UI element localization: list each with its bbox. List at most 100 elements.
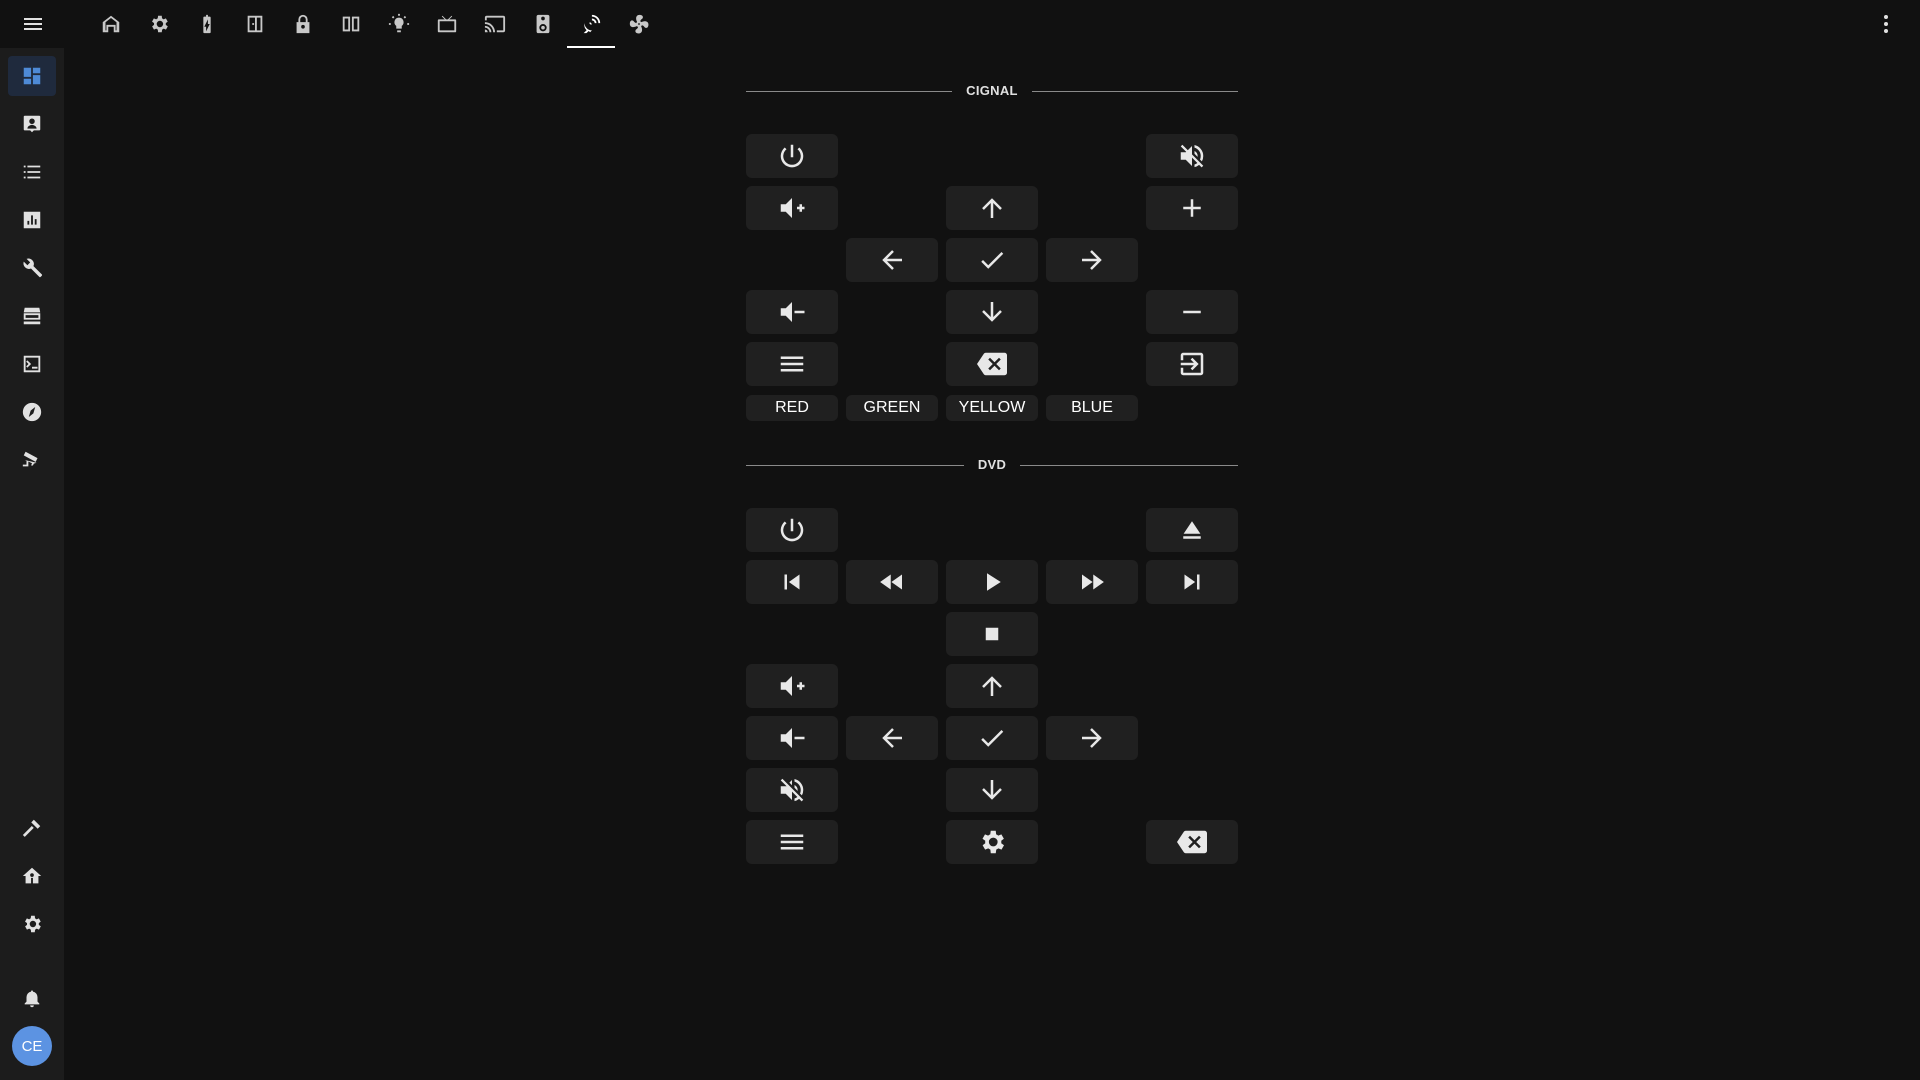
dvd-back-button[interactable] <box>1146 820 1238 864</box>
dvd-volume-up-button[interactable] <box>746 664 838 708</box>
menu-icon <box>780 834 804 850</box>
arrow-right-icon <box>1082 250 1102 270</box>
account-box-icon <box>23 115 41 133</box>
tab-lightbulb-icon[interactable] <box>375 0 423 48</box>
sidebar-item-dashboard[interactable] <box>8 56 56 96</box>
cignal-exit-button[interactable] <box>1146 342 1238 386</box>
divider <box>1020 465 1238 466</box>
dvd-eject-button[interactable] <box>1146 508 1238 552</box>
home-gear-icon <box>22 867 42 884</box>
cignal-channel-down-button[interactable] <box>1146 290 1238 334</box>
dvd-menu-button[interactable] <box>746 820 838 864</box>
avatar[interactable]: CE <box>12 1026 52 1066</box>
volume-minus-icon <box>780 728 805 748</box>
compass-icon <box>22 402 42 422</box>
sidebar-item-developer-tools[interactable] <box>8 808 56 848</box>
exit-icon <box>1180 352 1204 376</box>
tab-gear-icon[interactable] <box>135 0 183 48</box>
sidebar-item-tools[interactable] <box>8 248 56 288</box>
divider <box>1032 91 1238 92</box>
arrow-down-icon <box>982 302 1002 322</box>
dvd-settings-button[interactable] <box>946 820 1038 864</box>
dvd-previous-button[interactable] <box>746 560 838 604</box>
arrow-left-icon <box>882 250 902 270</box>
tab-television-icon[interactable] <box>423 0 471 48</box>
cignal-menu-button[interactable] <box>746 342 838 386</box>
dvd-mute-button[interactable] <box>746 768 838 812</box>
rewind-icon <box>880 574 902 590</box>
stop-icon <box>985 627 999 641</box>
arrow-left-icon <box>882 728 902 748</box>
sidebar-item-explore[interactable] <box>8 392 56 432</box>
tab-blinds-icon[interactable] <box>327 0 375 48</box>
tab-cast-icon[interactable] <box>471 0 519 48</box>
cignal-yellow-button[interactable]: YELLOW <box>946 395 1038 421</box>
cignal-red-button[interactable]: RED <box>746 395 838 421</box>
sidebar-item-list[interactable] <box>8 152 56 192</box>
wrench-icon <box>23 258 43 278</box>
sidebar-item-history[interactable] <box>8 200 56 240</box>
volume-mute-icon <box>780 778 804 802</box>
cignal-right-button[interactable] <box>1046 238 1138 282</box>
power-icon <box>780 518 804 542</box>
eject-icon <box>1183 521 1201 539</box>
dvd-down-button[interactable] <box>946 768 1038 812</box>
dvd-next-button[interactable] <box>1146 560 1238 604</box>
cignal-left-button[interactable] <box>846 238 938 282</box>
skip-next-icon <box>1184 574 1200 590</box>
dvd-stop-button[interactable] <box>946 612 1038 656</box>
dvd-volume-down-button[interactable] <box>746 716 838 760</box>
tab-door-icon[interactable] <box>231 0 279 48</box>
cignal-channel-up-button[interactable] <box>1146 186 1238 230</box>
cignal-up-button[interactable] <box>946 186 1038 230</box>
dvd-fast-forward-button[interactable] <box>1046 560 1138 604</box>
cignal-down-button[interactable] <box>946 290 1038 334</box>
cignal-blue-button[interactable]: BLUE <box>1046 395 1138 421</box>
divider <box>746 465 964 466</box>
sidebar-item-hacs[interactable] <box>8 296 56 336</box>
cignal-volume-down-button[interactable] <box>746 290 838 334</box>
console-icon <box>23 355 41 373</box>
dots-vertical-icon[interactable] <box>1866 4 1906 44</box>
tab-speaker-icon[interactable] <box>519 0 567 48</box>
backspace-icon <box>977 352 1007 376</box>
sidebar-item-terminal[interactable] <box>8 344 56 384</box>
dvd-play-button[interactable] <box>946 560 1038 604</box>
list-icon <box>23 165 41 179</box>
sidebar-item-settings[interactable] <box>8 904 56 944</box>
dashboard-icon <box>23 67 41 85</box>
tab-home-icon[interactable] <box>87 0 135 48</box>
tab-lock-icon[interactable] <box>279 0 327 48</box>
sidebar-item-cameras[interactable] <box>8 440 56 480</box>
divider <box>746 91 952 92</box>
sidebar-item-notifications[interactable] <box>8 978 56 1018</box>
plus-icon <box>1183 199 1201 217</box>
volume-plus-icon <box>780 676 805 696</box>
cignal-mute-button[interactable] <box>1146 134 1238 178</box>
cignal-power-button[interactable] <box>746 134 838 178</box>
volume-minus-icon <box>780 302 805 322</box>
cignal-back-button[interactable] <box>946 342 1038 386</box>
cignal-ok-button[interactable] <box>946 238 1038 282</box>
menu-icon <box>780 356 804 372</box>
tab-satellite-dish-icon[interactable] <box>567 0 615 48</box>
sidebar <box>0 48 64 1080</box>
sidebar-item-home-settings[interactable] <box>8 856 56 896</box>
dvd-power-button[interactable] <box>746 508 838 552</box>
cignal-volume-up-button[interactable] <box>746 186 838 230</box>
tab-battery-charging-icon[interactable] <box>183 0 231 48</box>
sidebar-item-account[interactable] <box>8 104 56 144</box>
arrow-up-icon <box>982 198 1002 218</box>
menu-icon[interactable] <box>13 4 53 44</box>
dvd-up-button[interactable] <box>946 664 1038 708</box>
tab-fan-icon[interactable] <box>615 0 663 48</box>
cog-icon <box>25 915 41 933</box>
cignal-green-button[interactable]: GREEN <box>846 395 938 421</box>
volume-mute-icon <box>1180 144 1204 168</box>
arrow-right-icon <box>1082 728 1102 748</box>
dvd-right-button[interactable] <box>1046 716 1138 760</box>
dvd-ok-button[interactable] <box>946 716 1038 760</box>
dvd-rewind-button[interactable] <box>846 560 938 604</box>
arrow-up-icon <box>982 676 1002 696</box>
dvd-left-button[interactable] <box>846 716 938 760</box>
